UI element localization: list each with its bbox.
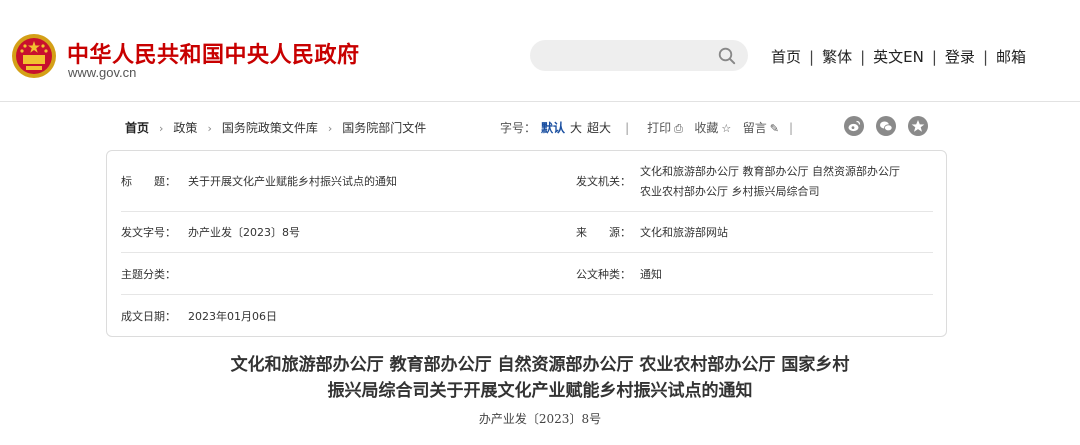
date-value: 2023年01月06日 <box>188 310 277 323</box>
breadcrumb-home[interactable]: 首页 <box>125 121 149 135</box>
info-row-date: 成文日期： 2023年01月06日 <box>121 295 933 337</box>
search-icon[interactable] <box>718 47 736 65</box>
print-label: 打印 <box>647 121 672 135</box>
breadcrumb-chevron-icon: › <box>207 122 212 135</box>
comment-button[interactable]: 留言 ✎ <box>743 121 779 135</box>
nav-traditional-link[interactable]: 繁体 <box>822 48 852 66</box>
font-size-label: 字号： <box>500 121 537 135</box>
nav-separator: | <box>931 48 937 66</box>
favorite-label: 收藏 <box>694 121 719 135</box>
source-label: 来 源： <box>576 226 631 239</box>
category-label: 主题分类： <box>121 268 176 281</box>
nav-separator: | <box>860 48 866 66</box>
article-tools: 字号： 默认大超大 | 打印 ⎙ 收藏 ☆ 留言 ✎ | <box>500 119 793 136</box>
issuer-value-line1: 文化和旅游部办公厅 教育部办公厅 自然资源部办公厅 <box>640 165 900 178</box>
print-button[interactable]: 打印 ⎙ <box>647 121 683 135</box>
site-url[interactable]: www.gov.cn <box>68 65 136 80</box>
breadcrumb-chevron-icon: › <box>159 122 164 135</box>
tools-divider: | <box>625 121 630 135</box>
title-label: 标 题： <box>121 175 176 188</box>
breadcrumb-policy-library[interactable]: 国务院政策文件库 <box>222 121 318 135</box>
document-title-line1: 文化和旅游部办公厅 教育部办公厅 自然资源部办公厅 农业农村部办公厅 国家乡村 <box>230 355 850 375</box>
nav-separator: | <box>809 48 815 66</box>
doc-type-label: 公文种类： <box>576 268 631 281</box>
docnum-value: 办产业发〔2023〕8号 <box>188 226 300 239</box>
nav-home-link[interactable]: 首页 <box>771 48 801 66</box>
font-size-default[interactable]: 默认 <box>541 121 565 135</box>
source-value: 文化和旅游部网站 <box>640 226 728 239</box>
document-title: 文化和旅游部办公厅 教育部办公厅 自然资源部办公厅 农业农村部办公厅 国家乡村 … <box>0 352 1080 404</box>
info-row-category: 主题分类： 公文种类： 通知 <box>121 253 933 295</box>
site-header: 中华人民共和国中央人民政府 www.gov.cn 首页 | 繁体 | 英文EN | 登录 | 邮… <box>0 0 1080 102</box>
tools-divider: | <box>788 121 794 135</box>
breadcrumb: 首页 › 政策 › 国务院政策文件库 › 国务院部门文件 <box>125 119 426 136</box>
print-icon: ⎙ <box>674 122 683 135</box>
star-icon: ☆ <box>721 122 732 135</box>
info-row-docnum: 发文字号： 办产业发〔2023〕8号 来 源： 文化和旅游部网站 <box>121 212 933 253</box>
nav-mail-link[interactable]: 邮箱 <box>996 48 1026 66</box>
breadcrumb-chevron-icon: › <box>327 122 333 135</box>
font-size-xlarge[interactable]: 超大 <box>587 121 611 135</box>
breadcrumb-department-docs[interactable]: 国务院部门文件 <box>342 121 426 135</box>
issuer-value-line2: 农业农村部办公厅 乡村振兴局综合司 <box>640 185 820 198</box>
search-box <box>530 40 748 71</box>
pencil-icon: ✎ <box>769 122 779 135</box>
top-nav: 首页 | 繁体 | 英文EN | 登录 | 邮箱 <box>771 46 1026 67</box>
search-input[interactable] <box>542 40 712 71</box>
nav-separator: | <box>982 48 988 66</box>
issuer-label: 发文机关： <box>576 175 631 188</box>
docnum-label: 发文字号： <box>121 226 176 239</box>
favorite-button[interactable]: 收藏 ☆ <box>694 121 731 135</box>
wechat-share-icon[interactable] <box>876 116 896 136</box>
doc-type-value: 通知 <box>640 268 662 281</box>
document-number: 办产业发〔2023〕8号 <box>478 412 602 426</box>
weibo-share-icon[interactable] <box>844 116 864 136</box>
document-info-table: 标 题： 关于开展文化产业赋能乡村振兴试点的通知 发文机关： 文化和旅游部办公厅… <box>106 150 947 337</box>
info-row-title: 标 题： 关于开展文化产业赋能乡村振兴试点的通知 发文机关： 文化和旅游部办公厅… <box>121 151 933 212</box>
nav-login-link[interactable]: 登录 <box>945 48 975 66</box>
national-emblem-icon[interactable] <box>11 33 57 79</box>
title-value: 关于开展文化产业赋能乡村振兴试点的通知 <box>188 175 397 188</box>
date-label: 成文日期： <box>121 310 176 323</box>
font-size-large[interactable]: 大 <box>570 121 582 135</box>
nav-english-link[interactable]: 英文EN <box>873 48 924 66</box>
qzone-share-icon[interactable] <box>908 116 928 136</box>
comment-label: 留言 <box>742 121 767 135</box>
breadcrumb-policy[interactable]: 政策 <box>173 121 197 135</box>
document-title-line2: 振兴局综合司关于开展文化产业赋能乡村振兴试点的通知 <box>327 381 753 401</box>
